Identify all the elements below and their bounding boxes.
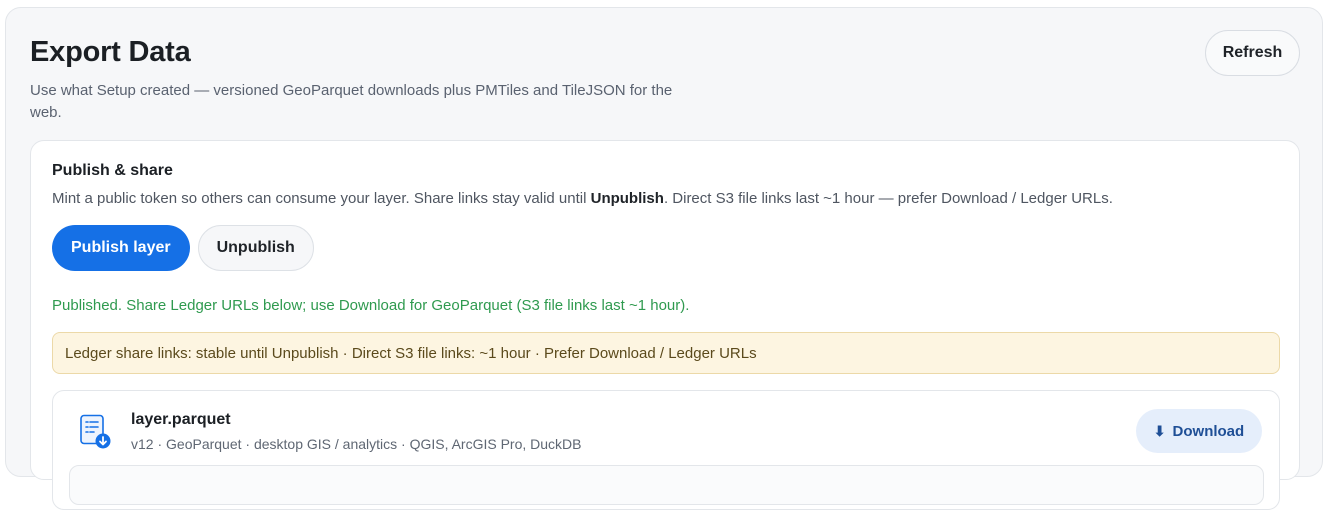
unpublish-button[interactable]: Unpublish xyxy=(197,225,314,271)
publish-share-card: Publish & share Mint a public token so o… xyxy=(30,140,1300,510)
desc-text-end: . Direct S3 file links last ~1 hour — pr… xyxy=(663,190,1113,207)
page-subtitle: Use what Setup created — versioned GeoPa… xyxy=(30,82,673,121)
card-description: Mint a public token so others can consum… xyxy=(52,190,1113,207)
card-title: Publish & share xyxy=(52,162,173,179)
download-label: Download xyxy=(1172,422,1245,440)
refresh-button[interactable]: Refresh xyxy=(1205,30,1300,76)
file-meta: v12 · GeoParquet · desktop GIS / analyti… xyxy=(131,436,582,452)
notice-text: Ledger share links: stable until Unpubli… xyxy=(65,344,757,362)
file-details-row xyxy=(69,465,1264,505)
desc-text-start: Mint a public token so others can consum… xyxy=(52,190,591,207)
file-download-icon xyxy=(80,414,111,449)
page-title: Export Data xyxy=(30,36,191,68)
file-name: layer.parquet xyxy=(131,411,231,428)
download-button[interactable]: ⬇ Download xyxy=(1136,409,1262,453)
file-card: layer.parquet v12 · GeoParquet · desktop… xyxy=(52,390,1280,510)
share-links-notice: Ledger share links: stable until Unpubli… xyxy=(52,332,1280,374)
export-panel: Export Data Use what Setup created — ver… xyxy=(5,7,1323,510)
publish-actions: Publish layer Unpublish xyxy=(52,225,314,271)
publish-layer-button[interactable]: Publish layer xyxy=(52,225,190,271)
desc-unpublish-emphasis: Unpublish xyxy=(590,190,664,207)
download-arrow-icon: ⬇ xyxy=(1153,422,1166,439)
publish-status-message: Published. Share Ledger URLs below; use … xyxy=(52,297,690,314)
